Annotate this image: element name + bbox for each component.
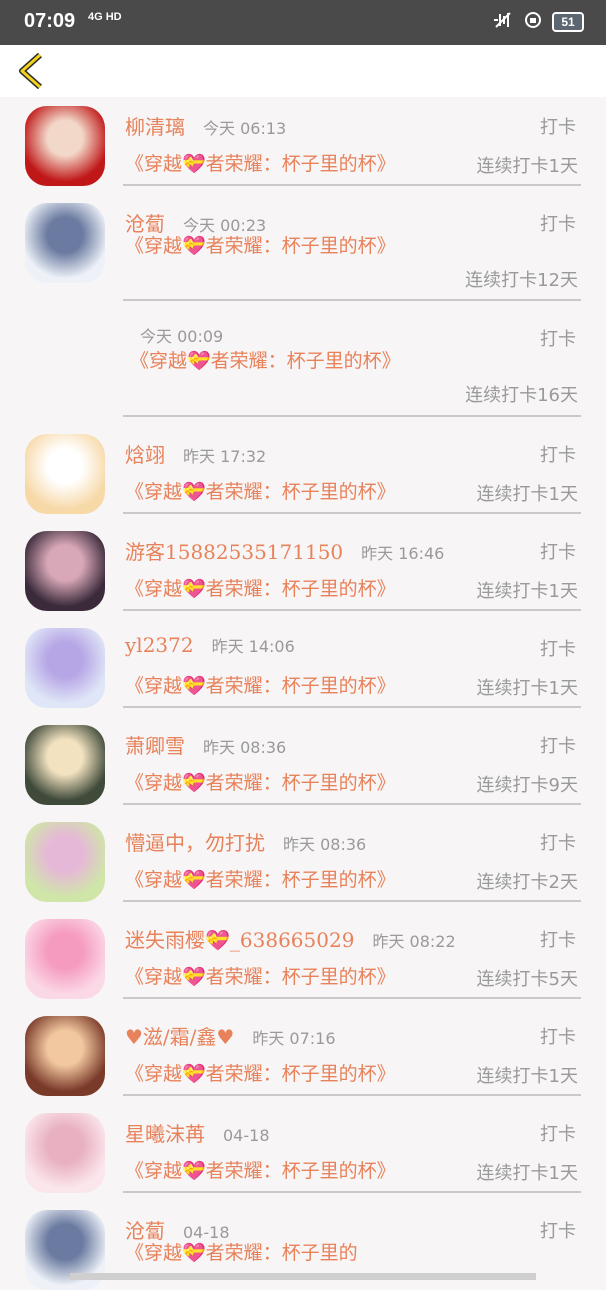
divider (123, 1094, 581, 1096)
book-title[interactable]: 《穿越💝者荣耀：杯子里的杯》 (130, 346, 430, 377)
avatar[interactable] (25, 919, 105, 999)
divider (123, 299, 581, 301)
user-name[interactable]: 萧卿雪 (125, 734, 185, 758)
checkin-label: 打卡 (540, 1027, 576, 1048)
list-item[interactable]: ♥滋/霜/鑫♥ 昨天 07:16 打卡《穿越💝者荣耀：杯子里的杯》 连续打卡1天 (0, 1007, 606, 1104)
list-item[interactable]: 沧蔔 04-18 打卡 《穿越💝者荣耀：杯子里的 (0, 1201, 606, 1290)
streak-label: 连续打卡1天 (476, 1163, 578, 1184)
checkin-label: 打卡 (540, 639, 576, 660)
avatar[interactable] (25, 106, 105, 186)
checkin-label: 打卡 (540, 214, 576, 235)
list-item[interactable]: 今天 00:09 打卡《穿越💝者荣耀：杯子里的杯》连续打卡16天 (0, 309, 606, 425)
mute-icon (492, 11, 514, 33)
divider (123, 415, 581, 417)
book-title[interactable]: 《穿越💝者荣耀：杯子里的杯》 (125, 1059, 455, 1090)
checkin-time: 昨天 08:36 (283, 835, 367, 854)
status-time: 07:09 (24, 10, 76, 32)
checkin-time: 昨天 08:22 (372, 932, 456, 951)
checkin-label: 打卡 (540, 117, 576, 138)
user-name[interactable]: ♥滋/霜/鑫♥ (125, 1025, 234, 1049)
checkin-label: 打卡 (540, 445, 576, 466)
list-item[interactable]: 迷失雨樱💝_638665029 昨天 08:22 打卡《穿越💝者荣耀：杯子里的杯》连… (0, 910, 606, 1007)
scroll-indicator (70, 1273, 536, 1280)
avatar[interactable] (25, 1016, 105, 1096)
avatar[interactable] (25, 531, 105, 611)
network-indicator: 4G HD (88, 11, 122, 23)
checkin-time: 昨天 14:06 (211, 637, 295, 656)
list-item[interactable]: 萧卿雪 昨天 08:36 打卡《穿越💝者荣耀：杯子里的杯》 连续打卡9天 (0, 716, 606, 813)
user-name[interactable]: 焓翊 (125, 443, 165, 467)
checkin-time: 昨天 16:46 (361, 544, 445, 563)
chevron-left-icon (19, 52, 42, 90)
list-item[interactable]: 焓翊 昨天 17:32 打卡《穿越💝者荣耀：杯子里的杯》 连续打卡1天 (0, 425, 606, 522)
checkin-time: 今天 00:09 (140, 327, 224, 346)
avatar[interactable] (25, 628, 105, 708)
avatar[interactable] (25, 1113, 105, 1193)
checkin-time: 昨天 08:36 (203, 738, 287, 757)
list-item[interactable]: 游客15882535171150 昨天 16:46 打卡《穿越💝者荣耀：杯子里的杯》… (0, 522, 606, 619)
book-title[interactable]: 《穿越💝者荣耀：杯子里的杯》 (125, 149, 455, 180)
status-icons: 51 (492, 11, 584, 33)
book-title[interactable]: 《穿越💝者荣耀：杯子里的杯》 (125, 962, 455, 993)
list-item[interactable]: 懵逼中，勿打扰 昨天 08:36 打卡《穿越💝者荣耀：杯子里的杯》 连续打卡2天 (0, 813, 606, 910)
checkin-time: 今天 06:13 (203, 119, 287, 138)
list-item[interactable]: 星曦沫苒 04-18 打卡《穿越💝者荣耀：杯子里的杯》 连续打卡1天 (0, 1104, 606, 1201)
book-title[interactable]: 《穿越💝者荣耀：杯子里的杯》 (125, 671, 455, 702)
checkin-label: 打卡 (540, 542, 576, 563)
divider (123, 1191, 581, 1193)
alarm-icon (524, 11, 542, 33)
avatar[interactable] (25, 725, 105, 805)
checkin-time: 昨天 17:32 (183, 447, 267, 466)
streak-label: 连续打卡1天 (476, 581, 578, 602)
user-name[interactable]: 迷失雨樱💝_638665029 (125, 928, 354, 952)
user-name[interactable]: 星曦沫苒 (125, 1122, 205, 1146)
streak-label: 连续打卡1天 (476, 156, 578, 177)
list-item[interactable]: 沧蔔 今天 00:23 打卡 《穿越💝者荣耀：杯子里的杯》 连续打卡12天 (0, 194, 606, 309)
divider (123, 609, 581, 611)
checkin-label: 打卡 (540, 930, 576, 951)
user-name[interactable]: 柳清璃 (125, 115, 185, 139)
streak-label: 连续打卡12天 (465, 270, 578, 291)
book-title[interactable]: 《穿越💝者荣耀：杯子里的 (125, 1238, 425, 1269)
book-title[interactable]: 《穿越💝者荣耀：杯子里的杯》 (125, 574, 455, 605)
divider (123, 997, 581, 999)
battery-icon: 51 (552, 12, 584, 32)
checkin-time: 04-18 (223, 1126, 270, 1145)
list-item[interactable]: yl2372 昨天 14:06 打卡《穿越💝者荣耀：杯子里的杯》 连续打卡1天 (0, 619, 606, 716)
list-item[interactable]: 柳清璃 今天 06:13 打卡《穿越💝者荣耀：杯子里的杯》 连续打卡1天 (0, 97, 606, 194)
streak-label: 连续打卡5天 (476, 969, 578, 990)
book-title[interactable]: 《穿越💝者荣耀：杯子里的杯》 (125, 477, 455, 508)
checkin-label: 打卡 (540, 1124, 576, 1145)
streak-label: 连续打卡1天 (476, 678, 578, 699)
user-name[interactable]: yl2372 (125, 633, 194, 657)
divider (123, 512, 581, 514)
user-name[interactable]: 游客15882535171150 (125, 540, 343, 564)
book-title[interactable]: 《穿越💝者荣耀：杯子里的杯》 (125, 1156, 455, 1187)
streak-label: 连续打卡1天 (476, 1066, 578, 1087)
streak-label: 连续打卡2天 (476, 872, 578, 893)
checkin-label: 打卡 (540, 1221, 576, 1242)
streak-label: 连续打卡9天 (476, 775, 578, 796)
book-title[interactable]: 《穿越💝者荣耀：杯子里的杯》 (125, 768, 455, 799)
checkin-label: 打卡 (540, 736, 576, 757)
divider (123, 706, 581, 708)
avatar[interactable] (25, 203, 105, 283)
divider (123, 803, 581, 805)
checkin-time: 昨天 07:16 (252, 1029, 336, 1048)
book-title[interactable]: 《穿越💝者荣耀：杯子里的杯》 (125, 231, 425, 262)
divider (123, 900, 581, 902)
checkin-label: 打卡 (540, 833, 576, 854)
avatar[interactable] (25, 434, 105, 514)
book-title[interactable]: 《穿越💝者荣耀：杯子里的杯》 (125, 865, 455, 896)
avatar[interactable] (25, 822, 105, 902)
divider (123, 184, 581, 186)
back-button[interactable] (16, 52, 48, 90)
streak-label: 连续打卡16天 (465, 385, 578, 406)
header (0, 45, 606, 97)
checkin-label: 打卡 (540, 329, 576, 350)
user-name[interactable]: 懵逼中，勿打扰 (125, 831, 265, 855)
streak-label: 连续打卡1天 (476, 484, 578, 505)
status-bar: 07:09 4G HD 51 (0, 0, 606, 45)
